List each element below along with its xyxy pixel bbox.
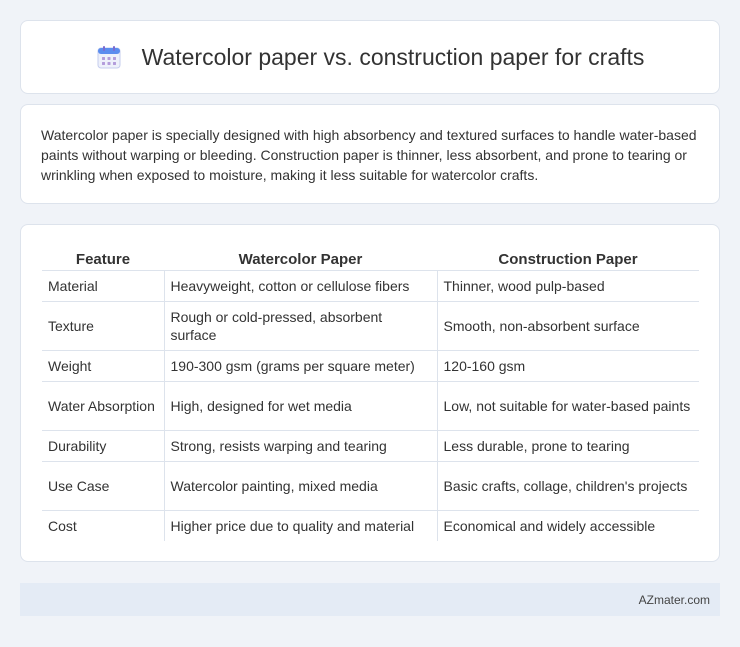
intro-text: Watercolor paper is specially designed w… bbox=[41, 127, 697, 183]
table-row: Material Heavyweight, cotton or cellulos… bbox=[42, 270, 699, 302]
table-header-row: Feature Watercolor Paper Construction Pa… bbox=[42, 245, 699, 271]
table-row: Durability Strong, resists warping and t… bbox=[42, 430, 699, 462]
comparison-table: Feature Watercolor Paper Construction Pa… bbox=[42, 245, 699, 541]
row-construction: Less durable, prone to tearing bbox=[437, 430, 699, 462]
row-construction: Basic crafts, collage, children's projec… bbox=[437, 461, 699, 511]
row-watercolor: Heavyweight, cotton or cellulose fibers bbox=[164, 270, 438, 302]
title-card: Watercolor paper vs. construction paper … bbox=[20, 20, 720, 94]
row-watercolor: Watercolor painting, mixed media bbox=[164, 461, 438, 511]
header-feature: Feature bbox=[42, 245, 164, 271]
table-row: Weight 190-300 gsm (grams per square met… bbox=[42, 350, 699, 382]
row-watercolor: Higher price due to quality and material bbox=[164, 510, 438, 541]
row-construction: Low, not suitable for water-based paints bbox=[437, 381, 699, 431]
footer-brand[interactable]: AZmater.com bbox=[639, 593, 710, 607]
header-construction: Construction Paper bbox=[437, 245, 699, 271]
row-watercolor: 190-300 gsm (grams per square meter) bbox=[164, 350, 438, 382]
row-construction: Thinner, wood pulp-based bbox=[437, 270, 699, 302]
row-watercolor: Rough or cold-pressed, absorbent surface bbox=[164, 301, 438, 351]
row-feature: Texture bbox=[42, 301, 165, 351]
row-feature: Material bbox=[42, 270, 165, 302]
row-feature: Cost bbox=[42, 510, 165, 541]
table-row: Use Case Watercolor painting, mixed medi… bbox=[42, 461, 699, 511]
calendar-icon bbox=[96, 44, 122, 70]
row-construction: 120-160 gsm bbox=[437, 350, 699, 382]
footer: AZmater.com bbox=[20, 583, 720, 616]
comparison-card: Feature Watercolor Paper Construction Pa… bbox=[20, 224, 720, 562]
row-construction: Smooth, non-absorbent surface bbox=[437, 301, 699, 351]
table-row: Texture Rough or cold-pressed, absorbent… bbox=[42, 301, 699, 351]
row-feature: Durability bbox=[42, 430, 165, 462]
row-feature: Water Absorption bbox=[42, 381, 165, 431]
row-feature: Use Case bbox=[42, 461, 165, 511]
page-title: Watercolor paper vs. construction paper … bbox=[141, 43, 645, 70]
row-watercolor: High, designed for wet media bbox=[164, 381, 438, 431]
row-construction: Economical and widely accessible bbox=[443, 517, 656, 534]
intro-card: Watercolor paper is specially designed w… bbox=[20, 104, 720, 204]
row-watercolor: Strong, resists warping and tearing bbox=[164, 430, 438, 462]
header-watercolor: Watercolor Paper bbox=[164, 245, 437, 271]
table-row: Water Absorption High, designed for wet … bbox=[42, 381, 699, 431]
row-feature: Weight bbox=[42, 350, 165, 382]
table-row: Cost Higher price due to quality and mat… bbox=[42, 510, 699, 541]
